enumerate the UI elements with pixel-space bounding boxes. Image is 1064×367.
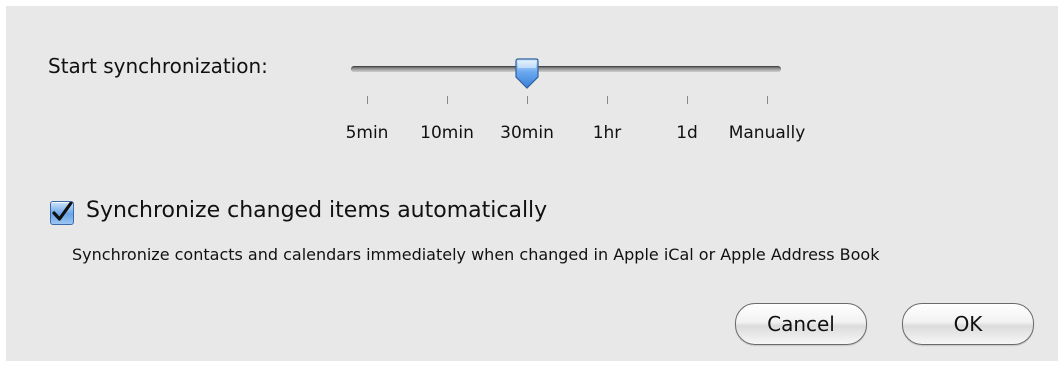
- sync-interval-slider-track[interactable]: [351, 66, 781, 72]
- slider-tick: [367, 96, 368, 104]
- slider-label-1d: 1d: [676, 123, 698, 143]
- sync-settings-panel: Start synchronization: 5min 10min 30min …: [6, 6, 1058, 361]
- slider-tick: [447, 96, 448, 104]
- slider-label-5min: 5min: [345, 123, 389, 143]
- slider-label-1hr: 1hr: [592, 123, 622, 143]
- auto-sync-label[interactable]: Synchronize changed items automatically: [86, 198, 547, 223]
- cancel-button[interactable]: Cancel: [735, 303, 867, 345]
- slider-tick: [687, 96, 688, 104]
- auto-sync-checkbox[interactable]: [50, 201, 74, 225]
- sync-interval-slider-knob[interactable]: [511, 58, 543, 90]
- slider-label-10min: 10min: [420, 123, 474, 143]
- slider-tick: [527, 96, 528, 104]
- auto-sync-description: Synchronize contacts and calendars immed…: [72, 245, 880, 264]
- slider-tick: [767, 96, 768, 104]
- start-sync-label: Start synchronization:: [48, 54, 268, 78]
- ok-button[interactable]: OK: [902, 303, 1034, 345]
- slider-label-manually: Manually: [728, 123, 806, 143]
- slider-tick: [607, 96, 608, 104]
- checkmark-icon: [52, 201, 73, 221]
- slider-label-30min: 30min: [500, 123, 554, 143]
